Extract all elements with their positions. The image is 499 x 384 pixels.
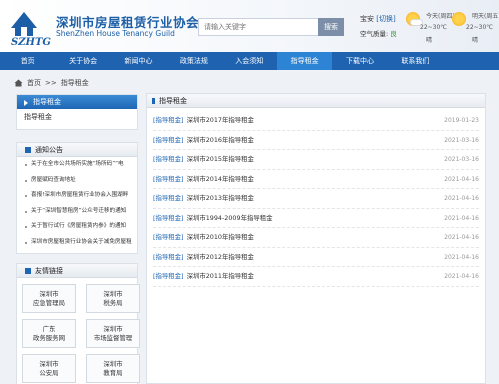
breadcrumb-current[interactable]: 指导租金 [61,78,89,88]
breadcrumb: 首页 >> 指导租金 [14,76,89,90]
breadcrumb-home[interactable]: 首页 [27,78,41,88]
nav-guide-rent[interactable]: 指导租金 [276,52,333,70]
list-item[interactable]: [指导租金] 深圳市2017年指导租金 2019-01-23 [153,111,479,131]
link-public-security[interactable]: 深圳市 公安局 [22,354,76,383]
link-education-bureau[interactable]: 深圳市 教育局 [86,354,140,383]
sun-icon [452,12,466,26]
breadcrumb-separator: >> [45,79,57,87]
article-list-panel: 指导租金 [指导租金] 深圳市2017年指导租金 2019-01-23 [指导租金]… [146,93,486,384]
city-selector: 宝安 [切换] [360,14,396,24]
aqi-grade: 良 [390,30,397,38]
link-tax-bureau[interactable]: 深圳市 税务局 [86,284,140,313]
nav-policy[interactable]: 政策法规 [166,52,221,70]
logo-letters: SZHTG [11,37,51,46]
list-item[interactable]: [指导租金] 深圳市2012年指导租金 2021-04-16 [153,248,479,267]
list-item[interactable]: [指导租金] 深圳市2010年指导租金 2021-04-16 [153,228,479,248]
main-nav: 首页 关于协会 新闻中心 政策法规 入会须知 指导租金 下载中心 联系我们 [0,52,499,70]
link-emergency-bureau[interactable]: 深圳市 应急管理局 [22,284,76,313]
nav-extra[interactable] [443,52,498,70]
article-list-title: 指导租金 [147,94,485,108]
link-market-supervision[interactable]: 深圳市 市场监督管理 [86,319,140,348]
notice-item[interactable]: 关于暂行试行《房屋租赁内参》的通知 [17,219,137,235]
search-button[interactable]: 搜索 [318,18,344,36]
list-item[interactable]: [指导租金] 深圳市1994-2009年指导租金 2021-04-16 [153,209,479,228]
list-item[interactable]: [指导租金] 深圳市2014年指导租金 2021-04-16 [153,170,479,189]
air-quality: 空气质量: 良 [360,28,397,38]
nav-contact[interactable]: 联系我们 [388,52,443,70]
list-item[interactable]: [指导租金] 深圳市2015年指导租金 2021-03-16 [153,150,479,170]
triangle-icon [24,100,28,106]
sidebar-section-title: 指导租金 [17,95,137,109]
nav-membership[interactable]: 入会须知 [222,52,277,70]
sidebar-section: 指导租金 指导租金 [16,94,138,130]
square-icon [25,147,31,153]
nav-news[interactable]: 新闻中心 [111,52,166,70]
nav-downloads[interactable]: 下载中心 [332,52,387,70]
city-name: 宝安 [360,15,374,23]
aqi-label: 空气质量: [360,30,389,38]
sidebar-item-guide-rent[interactable]: 指导租金 [17,109,137,125]
city-switch-link[interactable]: [切换] [376,15,395,23]
link-gov-service[interactable]: 广东 政务服务网 [22,319,76,348]
home-icon [14,79,23,87]
list-item[interactable]: [指导租金] 深圳市2013年指导租金 2021-04-16 [153,189,479,209]
notice-item[interactable]: 房屋赋码查询地址 [17,173,137,189]
notice-panel: 通知公告 关于在全市公共场所实施“场所码”“电 房屋赋码查询地址 喜报!深圳市房… [16,142,138,254]
list-item[interactable]: [指导租金] 深圳市2011年指导租金 2021-04-16 [153,267,479,287]
site-header: SZHTG 深圳市房屋租赁行业协会 ShenZhen House Tenancy… [0,0,499,52]
guild-logo-icon[interactable]: SZHTG [8,6,54,46]
notice-item[interactable]: 喜报!深圳市房屋租赁行业协会入围湖畔 [17,188,137,204]
search-input[interactable] [198,18,318,36]
links-grid: 深圳市 应急管理局 深圳市 税务局 广东 政务服务网 深圳市 市场监督管理 深圳市 公安局… [17,278,140,383]
links-panel: 友情链接 深圳市 应急管理局 深圳市 税务局 广东 政务服务网 深圳市 市场监督管理 深… [16,263,140,384]
square-icon [25,268,31,274]
weather-tomorrow: 明天(周五) 22~30℃ 晴 [452,10,499,46]
list-item[interactable]: [指导租金] 深圳市2016年指导租金 2021-03-16 [153,131,479,150]
notice-item[interactable]: 深圳市房屋租赁行业协会关于减免房屋租 [17,235,137,251]
site-subtitle: ShenZhen House Tenancy Guild [56,29,175,38]
links-panel-title: 友情链接 [17,264,137,278]
notice-item[interactable]: 关于“深圳智慧租房”公众号迁移的通知 [17,204,137,220]
nav-home[interactable]: 首页 [0,52,55,70]
notice-panel-title: 通知公告 [17,143,137,157]
notice-item[interactable]: 关于在全市公共场所实施“场所码”“电 [17,157,137,173]
nav-about[interactable]: 关于协会 [55,52,110,70]
